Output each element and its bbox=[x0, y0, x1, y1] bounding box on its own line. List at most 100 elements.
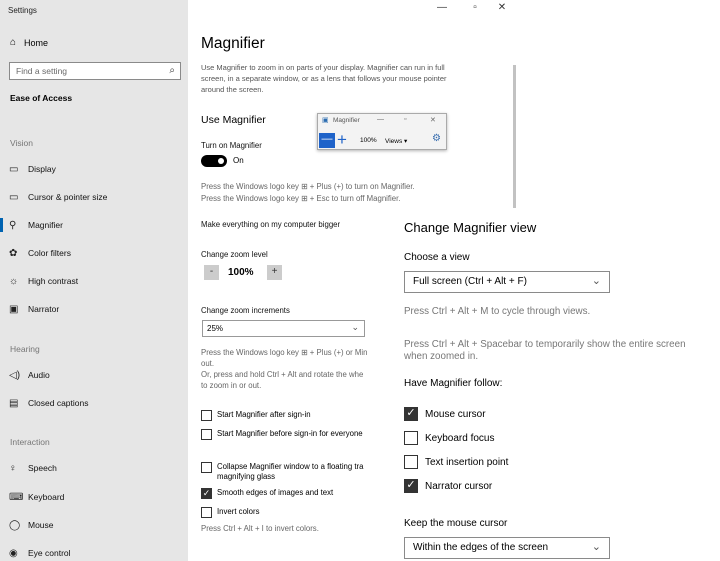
spacebar-hint-line2: when zoomed in. bbox=[404, 351, 479, 362]
keep-cursor-select[interactable]: Within the edges of the screen ⌄ bbox=[404, 537, 610, 559]
change-view-panel: Change Magnifier view Choose a view Full… bbox=[391, 208, 720, 561]
sidebar-item-closed-captions[interactable]: ▤ Closed captions bbox=[0, 392, 188, 414]
gear-icon: ⚙ bbox=[432, 133, 441, 144]
sidebar-item-audio[interactable]: ◁) Audio bbox=[0, 364, 188, 386]
use-magnifier-heading: Use Magnifier bbox=[201, 114, 266, 126]
checkbox-box[interactable] bbox=[201, 507, 212, 518]
scrollbar[interactable] bbox=[513, 65, 516, 210]
search-icon[interactable]: ⌕ bbox=[169, 65, 175, 76]
category-title: Ease of Access bbox=[10, 93, 73, 103]
checkbox-box[interactable] bbox=[201, 429, 212, 440]
sidebar-item-label: Speech bbox=[28, 463, 57, 473]
sidebar-item-label: Cursor & pointer size bbox=[28, 192, 108, 202]
captions-icon: ▤ bbox=[9, 397, 19, 409]
checkbox-box[interactable] bbox=[404, 431, 418, 445]
checkbox-box-checked[interactable]: ✓ bbox=[404, 407, 418, 421]
sidebar-item-cursor[interactable]: ▭ Cursor & pointer size bbox=[0, 186, 188, 208]
zoom-increments-select[interactable]: 25% ⌄ bbox=[202, 320, 365, 337]
narrator-icon: ▣ bbox=[9, 303, 19, 315]
chevron-down-icon: ⌄ bbox=[591, 541, 601, 553]
zoom-plus-button[interactable]: + bbox=[267, 265, 282, 280]
pointer-icon: ▭ bbox=[9, 191, 19, 203]
chevron-down-icon: ⌄ bbox=[591, 275, 601, 287]
minimize-button[interactable]: — bbox=[432, 2, 452, 13]
follow-text-insertion-checkbox[interactable]: Text insertion point bbox=[404, 455, 508, 469]
checkbox-box-checked[interactable]: ✓ bbox=[201, 488, 212, 499]
sidebar-item-label: Mouse bbox=[28, 520, 54, 530]
checkbox-label: Text insertion point bbox=[425, 456, 509, 468]
contrast-icon: ☼ bbox=[9, 275, 19, 287]
sidebar-item-speech[interactable]: ♀ Speech bbox=[0, 457, 188, 479]
checkbox-box-checked[interactable]: ✓ bbox=[404, 479, 418, 493]
chevron-down-icon: ⌄ bbox=[351, 322, 359, 332]
section-hearing: Hearing bbox=[10, 344, 40, 354]
smooth-edges-checkbox[interactable]: ✓ Smooth edges of images and text bbox=[201, 488, 333, 499]
close-button[interactable]: ✕ bbox=[492, 2, 512, 13]
checkbox-box[interactable] bbox=[404, 455, 418, 469]
invert-colors-checkbox[interactable]: Invert colors bbox=[201, 507, 259, 518]
toolbar-close-icon: ✕ bbox=[430, 117, 436, 124]
microphone-icon: ♀ bbox=[9, 462, 17, 474]
turn-on-label: Turn on Magnifier bbox=[201, 141, 262, 150]
sidebar-item-eye-control[interactable]: ◉ Eye control bbox=[0, 542, 188, 561]
follow-label: Have Magnifier follow: bbox=[404, 378, 503, 389]
magnifier-toolbar-title: Magnifier bbox=[333, 117, 360, 124]
home-label: Home bbox=[24, 37, 49, 48]
toggle-state-label: On bbox=[233, 156, 244, 165]
zoom-hint-line2: out. bbox=[201, 359, 215, 368]
sidebar-item-label: Closed captions bbox=[28, 398, 89, 408]
checkbox-label: Invert colors bbox=[217, 507, 260, 516]
speaker-icon: ◁) bbox=[9, 369, 21, 381]
eye-icon: ◉ bbox=[9, 547, 18, 559]
maximize-button[interactable]: ▫ bbox=[465, 2, 485, 13]
sidebar-item-high-contrast[interactable]: ☼ High contrast bbox=[0, 270, 188, 292]
follow-keyboard-focus-checkbox[interactable]: Keyboard focus bbox=[404, 431, 495, 445]
magnifier-app-icon: ▣ bbox=[322, 117, 329, 124]
page-description: Use Magnifier to zoom in on parts of you… bbox=[201, 63, 447, 94]
magnifier-icon: ⚲ bbox=[9, 219, 17, 231]
bigger-link[interactable]: Make everything on my computer bigger bbox=[201, 220, 340, 229]
window-title: Settings bbox=[8, 6, 37, 15]
checkbox-label-line2: magnifying glass bbox=[217, 472, 276, 481]
sidebar: Settings ⌂ Home ⌕ Ease of Access Vision … bbox=[0, 0, 188, 561]
color-filter-icon: ✿ bbox=[9, 247, 18, 259]
toolbar-maximize-icon: ▫ bbox=[404, 116, 407, 123]
view-select[interactable]: Full screen (Ctrl + Alt + F) ⌄ bbox=[404, 271, 610, 293]
sidebar-item-keyboard[interactable]: ⌨ Keyboard bbox=[0, 486, 188, 508]
home-nav[interactable]: ⌂ Home bbox=[10, 37, 48, 48]
zoom-hint-line3: Or, press and hold Ctrl + Alt and rotate… bbox=[201, 370, 364, 379]
zoom-hint-line4: to zoom in or out. bbox=[201, 381, 262, 390]
start-after-signin-checkbox[interactable]: Start Magnifier after sign-in bbox=[201, 410, 311, 421]
sidebar-item-display[interactable]: ▭ Display bbox=[0, 158, 188, 180]
checkbox-box[interactable] bbox=[201, 410, 212, 421]
checkbox-label: Mouse cursor bbox=[425, 408, 486, 420]
checkbox-box[interactable] bbox=[201, 462, 212, 473]
sidebar-item-narrator[interactable]: ▣ Narrator bbox=[0, 298, 188, 320]
view-select-value: Full screen (Ctrl + Alt + F) bbox=[413, 276, 527, 287]
start-before-signin-checkbox[interactable]: Start Magnifier before sign-in for every… bbox=[201, 429, 363, 440]
keep-cursor-value: Within the edges of the screen bbox=[413, 542, 549, 553]
keep-cursor-label: Keep the mouse cursor bbox=[404, 518, 508, 529]
toolbar-zoom-value: 100% bbox=[360, 137, 377, 144]
sidebar-item-magnifier[interactable]: ⚲ Magnifier bbox=[0, 214, 188, 236]
sidebar-item-label: Color filters bbox=[28, 248, 71, 258]
monitor-icon: ▭ bbox=[9, 163, 19, 175]
sidebar-item-mouse[interactable]: ◯ Mouse bbox=[0, 514, 188, 536]
section-interaction: Interaction bbox=[10, 437, 50, 447]
checkbox-label-line1: Collapse Magnifier window to a floating … bbox=[217, 462, 364, 471]
sidebar-item-color-filters[interactable]: ✿ Color filters bbox=[0, 242, 188, 264]
checkbox-label: Collapse Magnifier window to a floating … bbox=[217, 462, 364, 482]
search-input[interactable] bbox=[10, 63, 162, 79]
search-box[interactable]: ⌕ bbox=[9, 62, 181, 80]
zoom-minus-button[interactable]: - bbox=[204, 265, 219, 280]
zoom-hint-line1: Press the Windows logo key ⊞ + Plus (+) … bbox=[201, 348, 368, 357]
collapse-window-checkbox[interactable]: Collapse Magnifier window to a floating … bbox=[201, 462, 364, 482]
sidebar-item-label: Keyboard bbox=[28, 492, 65, 502]
magnifier-toggle[interactable] bbox=[201, 155, 227, 167]
follow-narrator-cursor-checkbox[interactable]: ✓ Narrator cursor bbox=[404, 479, 492, 493]
follow-mouse-cursor-checkbox[interactable]: ✓ Mouse cursor bbox=[404, 407, 486, 421]
invert-colors-hint: Press Ctrl + Alt + I to invert colors. bbox=[201, 524, 319, 533]
zoom-level-label: Change zoom level bbox=[201, 250, 268, 259]
spacebar-hint-line1: Press Ctrl + Alt + Spacebar to temporari… bbox=[404, 339, 686, 350]
sidebar-item-label: Audio bbox=[28, 370, 50, 380]
